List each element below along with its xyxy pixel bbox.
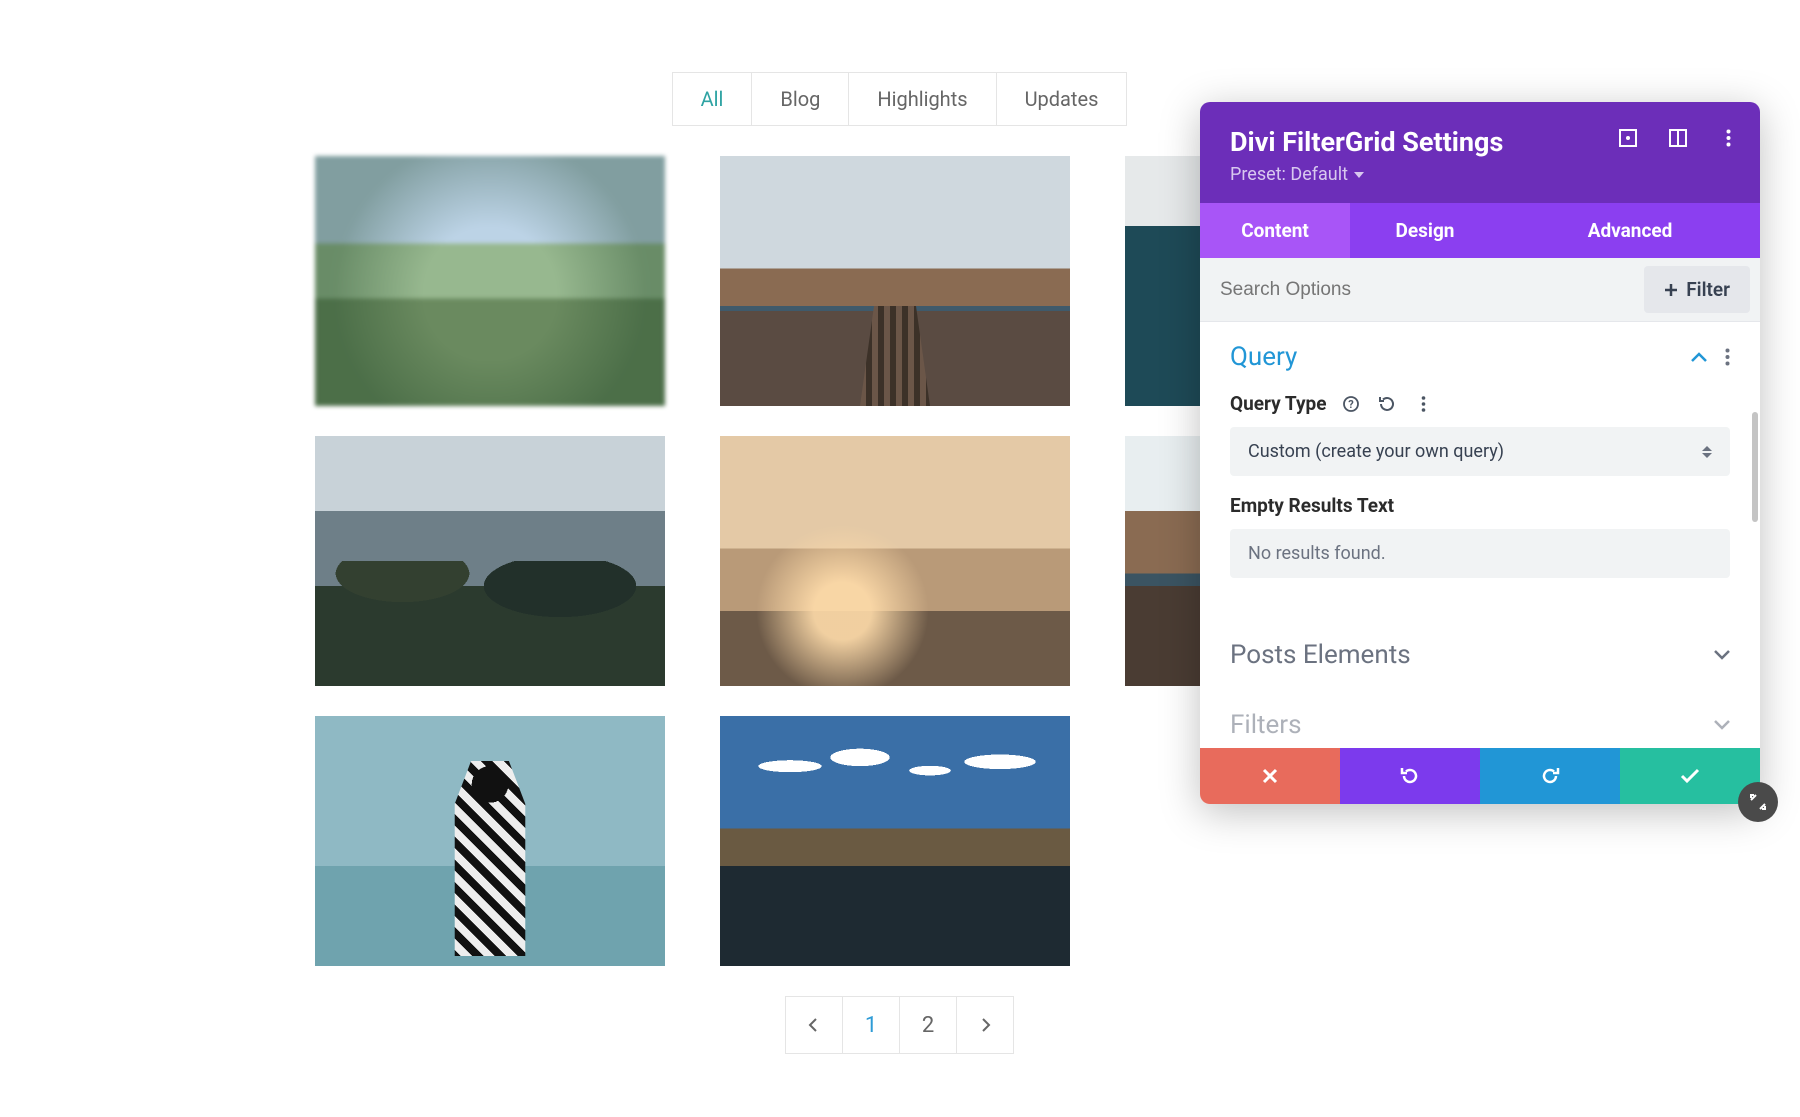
svg-text:?: ?	[1349, 398, 1355, 411]
caret-down-icon	[1354, 172, 1364, 178]
pagination-page[interactable]: 1	[842, 996, 900, 1054]
help-icon[interactable]: ?	[1340, 393, 1362, 415]
chevron-left-icon	[806, 1017, 822, 1033]
columns-icon[interactable]	[1668, 128, 1688, 148]
expand-icon[interactable]	[1618, 128, 1638, 148]
reset-icon[interactable]	[1376, 393, 1398, 415]
query-type-select[interactable]: Custom (create your own query)	[1230, 427, 1730, 476]
grid-item[interactable]	[720, 156, 1070, 406]
panel-body: Query Query Type ? Custom (create your o…	[1200, 322, 1760, 748]
chevron-down-icon	[1714, 650, 1730, 660]
grid-item[interactable]	[315, 156, 665, 406]
chevron-down-icon	[1714, 720, 1730, 730]
pagination: 1 2	[0, 996, 1800, 1054]
filter-tab-blog[interactable]: Blog	[751, 72, 849, 126]
grid-item[interactable]	[720, 716, 1070, 966]
filter-tab-all[interactable]: All	[672, 72, 753, 126]
section-query-header[interactable]: Query	[1200, 322, 1760, 392]
chevron-up-icon	[1691, 352, 1707, 362]
filter-tab-highlights[interactable]: Highlights	[848, 72, 996, 126]
tab-design[interactable]: Design	[1350, 203, 1500, 258]
section-query-content: Query Type ? Custom (create your own que…	[1200, 392, 1760, 620]
section-title: Filters	[1230, 710, 1302, 740]
query-type-label-row: Query Type ?	[1230, 392, 1730, 415]
chevron-right-icon	[977, 1017, 993, 1033]
filter-tab-updates[interactable]: Updates	[996, 72, 1128, 126]
empty-results-label: Empty Results Text	[1230, 494, 1730, 517]
check-icon	[1680, 768, 1700, 784]
redo-button[interactable]	[1480, 748, 1620, 804]
plus-icon	[1664, 283, 1678, 297]
close-icon	[1261, 767, 1279, 785]
resize-icon	[1749, 793, 1767, 811]
query-type-value: Custom (create your own query)	[1248, 441, 1504, 462]
pagination-prev[interactable]	[785, 996, 843, 1054]
search-input[interactable]	[1200, 261, 1644, 319]
filter-button-label: Filter	[1686, 278, 1730, 301]
search-row: Filter	[1200, 258, 1760, 322]
scrollbar[interactable]	[1752, 412, 1758, 522]
tab-content[interactable]: Content	[1200, 203, 1350, 258]
grid-item[interactable]	[720, 436, 1070, 686]
redo-icon	[1539, 765, 1561, 787]
section-title: Query	[1230, 342, 1297, 372]
more-icon[interactable]	[1412, 393, 1434, 415]
grid-item[interactable]	[315, 436, 665, 686]
panel-preset-label: Preset: Default	[1230, 164, 1348, 185]
query-type-label: Query Type	[1230, 392, 1326, 415]
close-button[interactable]	[1200, 748, 1340, 804]
grid-item[interactable]	[315, 716, 665, 966]
panel-preset[interactable]: Preset: Default	[1230, 164, 1730, 185]
tab-advanced[interactable]: Advanced	[1500, 203, 1760, 258]
more-icon[interactable]	[1718, 128, 1738, 148]
section-posts-elements-header[interactable]: Posts Elements	[1200, 620, 1760, 690]
empty-results-input[interactable]: No results found.	[1230, 529, 1730, 578]
undo-button[interactable]	[1340, 748, 1480, 804]
pagination-page[interactable]: 2	[899, 996, 957, 1054]
filter-button[interactable]: Filter	[1644, 266, 1750, 313]
panel-header: Divi FilterGrid Settings Preset: Default	[1200, 102, 1760, 203]
panel-tabs: Content Design Advanced	[1200, 203, 1760, 258]
section-filters-header[interactable]: Filters	[1200, 690, 1760, 740]
pagination-next[interactable]	[956, 996, 1014, 1054]
undo-icon	[1399, 765, 1421, 787]
settings-panel: Divi FilterGrid Settings Preset: Default…	[1200, 102, 1760, 804]
select-caret-icon	[1702, 446, 1712, 458]
section-title: Posts Elements	[1230, 640, 1411, 670]
panel-footer	[1200, 748, 1760, 804]
resize-handle[interactable]	[1738, 782, 1778, 822]
more-icon[interactable]	[1725, 348, 1730, 366]
